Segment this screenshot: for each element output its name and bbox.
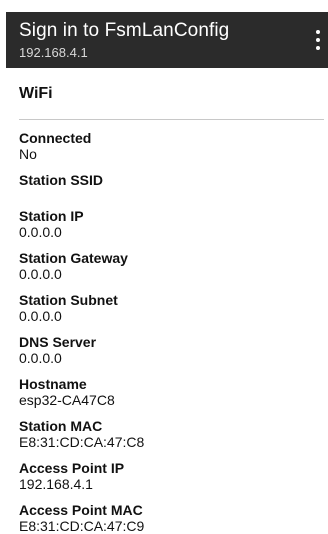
field-value: 0.0.0.0 [19,350,62,366]
field-label: Station MAC [19,418,103,434]
field-label: Access Point IP [19,460,125,476]
field-label: Station IP [19,208,84,224]
field-label: DNS Server [19,334,97,350]
menu-dot [316,38,320,42]
field-label: Station SSID [19,172,104,188]
field-station-subnet: Station Subnet 0.0.0.0 [19,292,118,324]
field-access-point-ip: Access Point IP 192.168.4.1 [19,460,124,492]
field-value: esp32-CA47C8 [19,392,115,408]
field-hostname: Hostname esp32-CA47C8 [19,376,115,408]
field-label: Station Gateway [19,250,128,266]
field-station-ip: Station IP 0.0.0.0 [19,208,84,240]
field-label: Hostname [19,376,87,392]
field-value: E8:31:CD:CA:47:C8 [19,434,145,450]
section-title-wifi: WiFi [19,85,53,102]
field-value: 0.0.0.0 [19,266,62,282]
field-value: 0.0.0.0 [19,224,62,240]
menu-dot [316,30,320,34]
divider [19,119,324,120]
field-station-mac: Station MAC E8:31:CD:CA:47:C8 [19,418,144,450]
field-value: 0.0.0.0 [19,308,62,324]
field-label: Station Subnet [19,292,118,308]
app-bar: Sign in to FsmLanConfig 192.168.4.1 [6,12,328,68]
field-value: E8:31:CD:CA:47:C9 [19,518,145,534]
field-label: Connected [19,130,92,146]
more-vert-icon[interactable] [312,30,324,50]
field-dns-server: DNS Server 0.0.0.0 [19,334,96,366]
field-value: No [19,146,37,162]
field-access-point-mac: Access Point MAC E8:31:CD:CA:47:C9 [19,502,144,534]
field-station-ssid: Station SSID [19,172,103,188]
field-connected: Connected No [19,130,91,162]
field-label: Access Point MAC [19,502,143,518]
menu-dot [316,46,320,50]
page-subtitle-address: 192.168.4.1 [19,45,88,60]
field-station-gateway: Station Gateway 0.0.0.0 [19,250,128,282]
webview-frame: Sign in to FsmLanConfig 192.168.4.1 WiFi… [6,12,328,534]
page-title: Sign in to FsmLanConfig [19,20,230,41]
page-content: WiFi Connected No Station SSID Station I… [6,68,328,534]
field-value: 192.168.4.1 [19,476,93,492]
